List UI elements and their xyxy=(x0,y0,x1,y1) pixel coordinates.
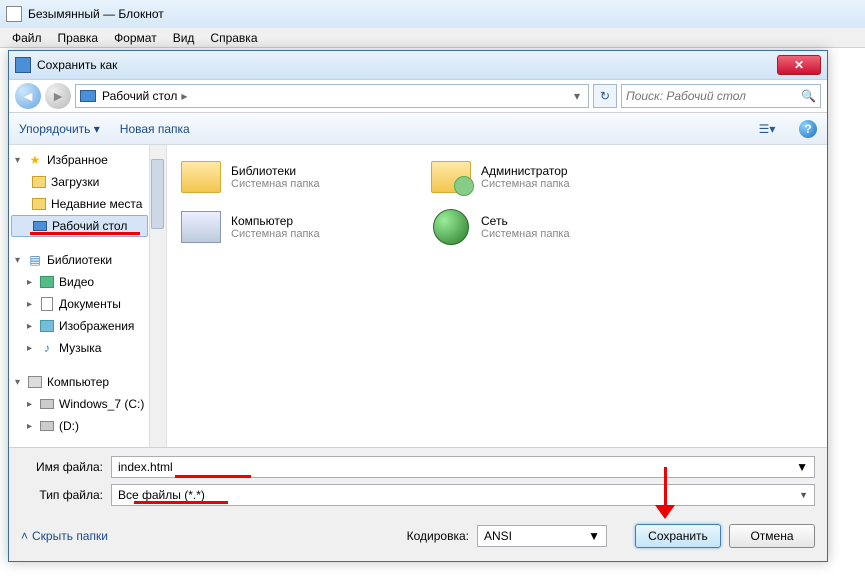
drive-icon xyxy=(40,399,54,409)
encoding-label: Кодировка: xyxy=(407,529,477,543)
hide-folders-link[interactable]: ˄ Скрыть папки xyxy=(21,529,108,543)
desktop-icon xyxy=(33,221,47,231)
address-location: Рабочий стол xyxy=(102,89,177,103)
menu-file[interactable]: Файл xyxy=(4,29,50,47)
nav-tree: ▾★Избранное Загрузки Недавние места Рабо… xyxy=(9,145,167,447)
menu-help[interactable]: Справка xyxy=(202,29,265,47)
dialog-icon xyxy=(15,57,31,73)
address-box[interactable]: Рабочий стол ▸ ▾ xyxy=(75,84,589,108)
star-icon: ★ xyxy=(27,152,43,168)
computer-icon xyxy=(181,211,221,243)
tree-music[interactable]: ▸♪Музыка xyxy=(9,337,166,359)
libraries-folder-icon xyxy=(181,161,221,193)
tree-computer[interactable]: ▾Компьютер xyxy=(9,371,166,393)
pictures-icon xyxy=(40,320,54,332)
dialog-title-text: Сохранить как xyxy=(37,58,117,72)
close-button[interactable]: ✕ xyxy=(777,55,821,75)
save-as-dialog: Сохранить как ✕ ◄ ► Рабочий стол ▸ ▾ ↻ 🔍… xyxy=(8,50,828,562)
tree-pictures[interactable]: ▸Изображения xyxy=(9,315,166,337)
filename-value: index.html xyxy=(118,460,173,474)
search-input[interactable] xyxy=(626,89,796,103)
item-computer[interactable]: КомпьютерСистемная папка xyxy=(179,207,399,247)
organize-button[interactable]: Упорядочить ▾ xyxy=(19,122,100,136)
menu-format[interactable]: Формат xyxy=(106,29,165,47)
tree-downloads[interactable]: Загрузки xyxy=(9,171,166,193)
computer-icon xyxy=(28,376,42,388)
back-button[interactable]: ◄ xyxy=(15,83,41,109)
document-icon xyxy=(41,297,53,311)
tree-recent[interactable]: Недавние места xyxy=(9,193,166,215)
file-list[interactable]: БиблиотекиСистемная папка АдминистраторС… xyxy=(167,145,827,447)
search-box[interactable]: 🔍 xyxy=(621,84,821,108)
filetype-dropdown-icon: ▼ xyxy=(799,490,808,500)
video-icon xyxy=(40,276,54,288)
folder-icon xyxy=(32,198,46,210)
tree-video[interactable]: ▸Видео xyxy=(9,271,166,293)
menubar: Файл Правка Формат Вид Справка xyxy=(0,28,865,48)
network-icon xyxy=(433,209,469,245)
chevron-up-icon: ˄ xyxy=(21,529,28,543)
dialog-footer: Имя файла: index.html ▼ Тип файла: Все ф… xyxy=(9,447,827,552)
search-icon: 🔍 xyxy=(801,89,816,103)
refresh-button[interactable]: ↻ xyxy=(593,84,617,108)
filetype-value: Все файлы (*.*) xyxy=(118,488,205,502)
filename-label: Имя файла: xyxy=(21,460,111,474)
encoding-dropdown-icon: ▼ xyxy=(588,529,600,543)
tree-documents[interactable]: ▸Документы xyxy=(9,293,166,315)
dialog-titlebar: Сохранить как ✕ xyxy=(9,51,827,79)
user-folder-icon xyxy=(431,161,471,193)
tree-libraries[interactable]: ▾▤Библиотеки xyxy=(9,249,166,271)
title-text: Безымянный — Блокнот xyxy=(28,7,164,21)
music-icon: ♪ xyxy=(39,340,55,356)
filetype-label: Тип файла: xyxy=(21,488,111,502)
desktop-icon xyxy=(80,90,96,102)
address-dropdown-icon[interactable]: ▾ xyxy=(570,89,584,103)
item-network[interactable]: СетьСистемная папка xyxy=(429,207,649,247)
tree-drive-d[interactable]: ▸(D:) xyxy=(9,415,166,437)
libraries-icon: ▤ xyxy=(27,252,43,268)
filename-dropdown-icon[interactable]: ▼ xyxy=(796,460,808,474)
tree-drive-c[interactable]: ▸Windows_7 (C:) xyxy=(9,393,166,415)
menu-edit[interactable]: Правка xyxy=(50,29,107,47)
notepad-icon xyxy=(6,6,22,22)
drive-icon xyxy=(40,421,54,431)
save-button[interactable]: Сохранить xyxy=(635,524,721,548)
folder-icon xyxy=(32,176,46,188)
cancel-button[interactable]: Отмена xyxy=(729,524,815,548)
encoding-dropdown[interactable]: ANSI ▼ xyxy=(477,525,607,547)
tree-favorites[interactable]: ▾★Избранное xyxy=(9,149,166,171)
toolbar: Упорядочить ▾ Новая папка ☰▾ ? xyxy=(9,113,827,145)
menu-view[interactable]: Вид xyxy=(165,29,203,47)
forward-button[interactable]: ► xyxy=(45,83,71,109)
view-options-button[interactable]: ☰▾ xyxy=(755,118,779,140)
scrollbar-thumb[interactable] xyxy=(151,159,164,229)
address-bar-row: ◄ ► Рабочий стол ▸ ▾ ↻ 🔍 xyxy=(9,79,827,113)
new-folder-button[interactable]: Новая папка xyxy=(120,122,190,136)
tree-desktop[interactable]: Рабочий стол xyxy=(11,215,148,237)
item-libraries[interactable]: БиблиотекиСистемная папка xyxy=(179,157,399,197)
filetype-dropdown[interactable]: Все файлы (*.*) ▼ xyxy=(111,484,815,506)
help-button[interactable]: ? xyxy=(799,120,817,138)
filename-input[interactable]: index.html ▼ xyxy=(111,456,815,478)
breadcrumb-sep[interactable]: ▸ xyxy=(177,89,191,103)
item-admin[interactable]: АдминистраторСистемная папка xyxy=(429,157,649,197)
main-window-title: Безымянный — Блокнот xyxy=(0,0,865,28)
encoding-value: ANSI xyxy=(484,529,512,543)
